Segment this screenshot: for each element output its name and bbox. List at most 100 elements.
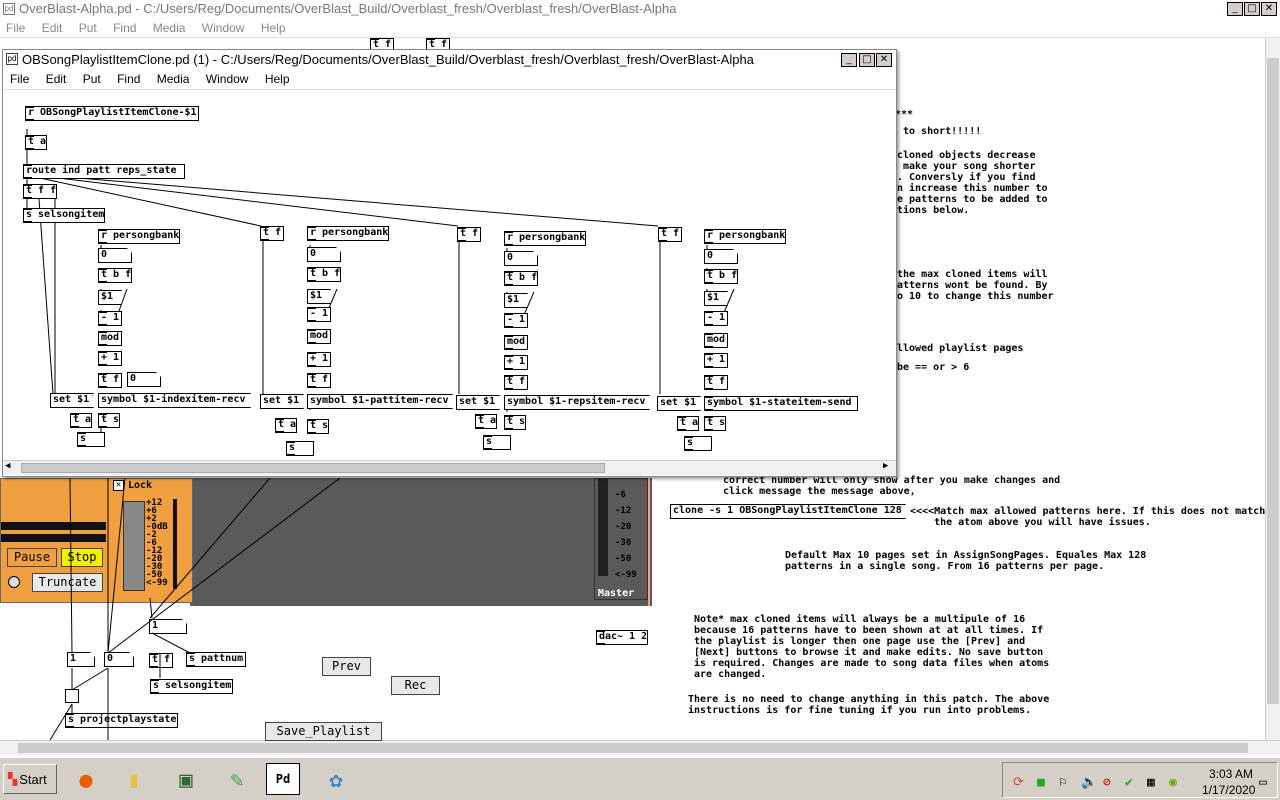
ta-object-2[interactable]: t a — [275, 418, 297, 433]
tf-object-3[interactable]: t f — [457, 227, 481, 242]
notification-icon[interactable]: ▭ — [1259, 775, 1267, 790]
main-vscroll-thumb[interactable] — [1267, 58, 1279, 704]
ta-object-1[interactable]: t a — [70, 413, 92, 428]
minus1-object-3[interactable]: - 1 — [504, 313, 528, 328]
ts-object-2[interactable]: t s — [307, 419, 329, 434]
block-icon[interactable]: ⊘ — [1103, 775, 1111, 790]
folder-icon[interactable]: ▮ — [114, 762, 154, 798]
child-hscroll-thumb[interactable] — [21, 463, 605, 473]
persongbank-receive-3[interactable]: r persongbank — [504, 231, 586, 246]
main-horizontal-scrollbar[interactable] — [0, 740, 1280, 755]
nvidia-icon[interactable]: ◉ — [1169, 775, 1177, 790]
child-menu-media[interactable]: Media — [157, 72, 190, 86]
ts-object-4[interactable]: t s — [704, 416, 726, 431]
tf-object-3b[interactable]: t f — [504, 375, 528, 390]
plus1-object-1[interactable]: + 1 — [98, 351, 122, 366]
symbol-stateitem-send[interactable]: symbol $1-stateitem-send — [704, 396, 858, 411]
volume-icon[interactable]: 🔈 — [1081, 775, 1097, 790]
tf-object-2[interactable]: t f — [260, 226, 284, 241]
mod-object-2[interactable]: mod — [307, 329, 331, 344]
tbf-object-2[interactable]: t b f — [307, 267, 341, 282]
zero-atom-4[interactable]: 0 — [704, 249, 738, 264]
monitor-icon[interactable]: ▣ — [166, 762, 206, 798]
start-button[interactable]: ▚ Start — [3, 764, 57, 794]
set1-message-1[interactable]: set $1 — [50, 393, 94, 408]
number-atom-col1[interactable]: 0 — [127, 372, 161, 387]
scroll-left-arrow[interactable]: ◀ — [5, 461, 10, 471]
network-icon[interactable]: ▦ — [1147, 775, 1155, 790]
tf-object-4[interactable]: t f — [658, 227, 682, 242]
paint-icon[interactable]: ✿ — [316, 762, 356, 798]
persongbank-receive-4[interactable]: r persongbank — [704, 229, 786, 244]
child-menu-edit[interactable]: Edit — [46, 72, 67, 86]
plus1-object-4[interactable]: + 1 — [704, 353, 728, 368]
tbf-object-1[interactable]: t b f — [98, 268, 132, 283]
menu-put[interactable]: Put — [79, 21, 97, 35]
notepad-icon[interactable]: ✎ — [217, 762, 257, 798]
main-hscroll-thumb[interactable] — [18, 743, 1248, 753]
maximize-button[interactable]: □ — [1244, 2, 1260, 16]
clone-receive[interactable]: r OBSongPlaylistItemClone-$1 — [25, 106, 199, 121]
mod-object-3[interactable]: mod — [504, 335, 528, 350]
symbol-indexitem-message[interactable]: symbol $1-indexitem-recv — [98, 393, 251, 408]
security-icon[interactable]: ✔ — [1125, 775, 1133, 790]
child-menu-put[interactable]: Put — [83, 72, 101, 86]
s-object-1[interactable]: s — [77, 432, 105, 447]
set1-message-2[interactable]: set $1 — [260, 394, 304, 409]
main-vertical-scrollbar[interactable] — [1265, 38, 1280, 740]
menu-file[interactable]: File — [6, 21, 25, 35]
flag-icon[interactable]: ⚐ — [1059, 775, 1067, 790]
s-object-2[interactable]: s — [286, 441, 314, 456]
mod-object-1[interactable]: mod — [98, 331, 122, 346]
plus1-object-2[interactable]: + 1 — [307, 352, 331, 367]
mod-object-4[interactable]: mod — [704, 333, 728, 348]
sync-icon[interactable]: ⟳ — [1013, 775, 1024, 790]
ts-object-1[interactable]: t s — [98, 413, 120, 428]
tf-object-4b[interactable]: t f — [704, 375, 728, 390]
s-object-3[interactable]: s — [483, 435, 511, 450]
plus1-object-3[interactable]: + 1 — [504, 355, 528, 370]
zero-atom-2[interactable]: 0 — [307, 247, 341, 262]
menu-window[interactable]: Window — [202, 21, 245, 35]
green-square-icon[interactable]: ■ — [1037, 775, 1045, 790]
child-close-button[interactable]: ✕ — [876, 53, 892, 67]
child-menu-find[interactable]: Find — [117, 72, 140, 86]
set1-message-4[interactable]: set $1 — [657, 396, 701, 411]
persongbank-receive-1[interactable]: r persongbank — [98, 229, 180, 244]
ta-object-4[interactable]: t a — [677, 416, 699, 431]
tbf-object-3[interactable]: t b f — [504, 271, 538, 286]
pd-icon[interactable]: Pd — [266, 763, 300, 795]
firefox-icon[interactable]: ● — [66, 762, 106, 798]
selsongitem-send[interactable]: s selsongitem — [23, 208, 105, 223]
minus1-object-2[interactable]: - 1 — [307, 307, 331, 322]
menu-help[interactable]: Help — [261, 21, 286, 35]
persongbank-receive-2[interactable]: r persongbank — [307, 226, 389, 241]
tf-object-2b[interactable]: t f — [307, 373, 331, 388]
tf-object-1b[interactable]: t f — [98, 373, 122, 388]
s-object-4[interactable]: s — [684, 436, 712, 451]
minimize-button[interactable]: _ — [1227, 2, 1243, 16]
child-menu-window[interactable]: Window — [206, 72, 249, 86]
ta-object-top[interactable]: t a — [25, 135, 47, 150]
minus1-object-1[interactable]: - 1 — [98, 311, 122, 326]
set1-message-3[interactable]: set $1 — [456, 395, 500, 410]
ts-object-3[interactable]: t s — [504, 415, 526, 430]
minus1-object-4[interactable]: - 1 — [704, 311, 728, 326]
child-minimize-button[interactable]: _ — [841, 53, 857, 67]
child-menu-help[interactable]: Help — [265, 72, 290, 86]
close-button[interactable]: ✕ — [1261, 2, 1277, 16]
child-maximize-button[interactable]: □ — [859, 53, 875, 67]
zero-atom-1[interactable]: 0 — [98, 248, 132, 263]
child-horizontal-scrollbar[interactable]: ◀ ▶ — [3, 460, 896, 475]
child-menu-file[interactable]: File — [10, 72, 29, 86]
clone-message[interactable]: clone -s 1 OBSongPlaylistItemClone 128 — [670, 504, 906, 519]
menu-find[interactable]: Find — [113, 21, 136, 35]
tbf-object-4[interactable]: t b f — [704, 269, 738, 284]
zero-atom-3[interactable]: 0 — [504, 251, 538, 266]
ta-object-3[interactable]: t a — [475, 414, 497, 429]
menu-media[interactable]: Media — [153, 21, 186, 35]
scroll-right-arrow[interactable]: ▶ — [883, 461, 888, 471]
tff-object[interactable]: t f f — [23, 184, 57, 199]
symbol-pattitem-message[interactable]: symbol $1-pattitem-recv — [307, 394, 453, 409]
route-object[interactable]: route ind patt reps_state — [23, 164, 185, 179]
